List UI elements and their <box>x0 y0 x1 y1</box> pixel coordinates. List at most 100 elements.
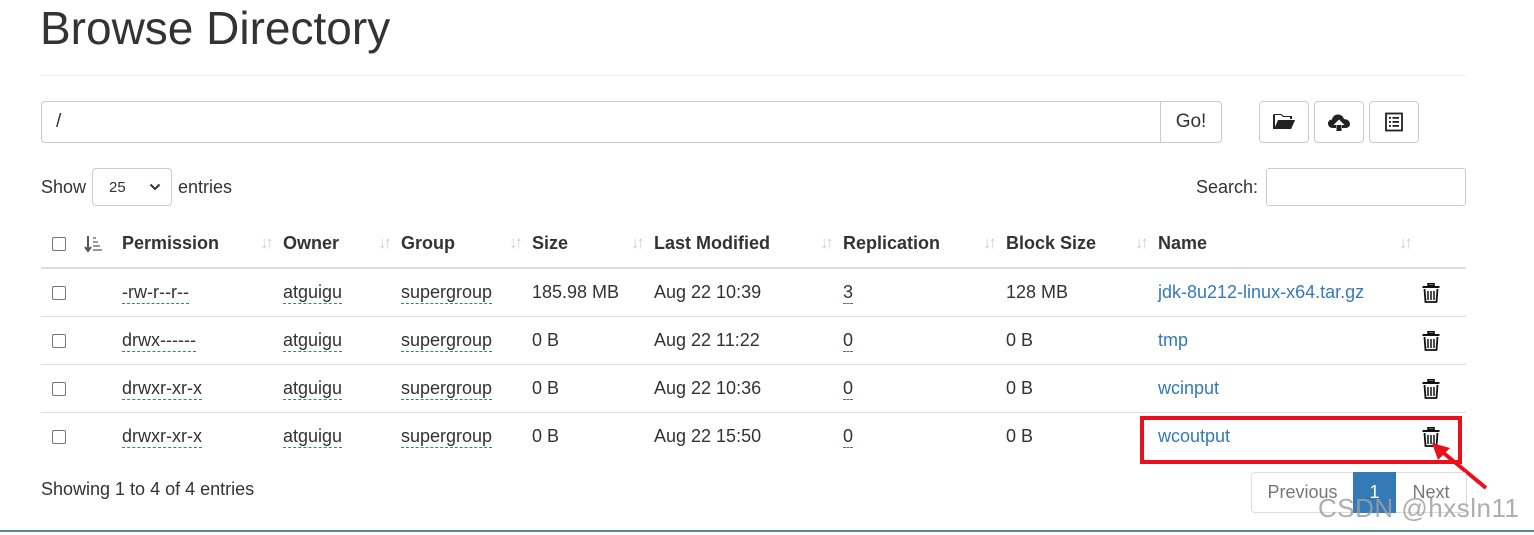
column-header-last-modified[interactable]: Last Modified ↓↑ <box>654 220 843 269</box>
group-link[interactable]: supergroup <box>401 281 493 304</box>
owner-link[interactable]: atguigu <box>283 425 343 448</box>
replication-link[interactable]: 0 <box>843 329 854 352</box>
bottom-divider <box>0 530 1534 532</box>
permission-cell: drwxr-xr-x <box>122 364 283 413</box>
search-label: Search: <box>1195 176 1258 197</box>
create-directory-button[interactable] <box>1259 101 1309 143</box>
group-cell: supergroup <box>401 364 532 413</box>
column-header-name[interactable]: Name ↓↑ <box>1158 220 1422 269</box>
replication-link[interactable]: 0 <box>843 377 854 400</box>
select-all-header <box>41 220 81 269</box>
row-spacer-cell <box>81 412 122 460</box>
file-name-link[interactable]: jdk-8u212-linux-x64.tar.gz <box>1158 282 1364 302</box>
cloud-upload-icon <box>1328 114 1350 131</box>
select-all-checkbox[interactable] <box>52 237 66 252</box>
table-row: -rw-r--r-- atguigu supergroup 185.98 MB … <box>41 268 1466 317</box>
column-header-size[interactable]: Size ↓↑ <box>532 220 654 269</box>
permission-link[interactable]: -rw-r--r-- <box>122 281 189 304</box>
modified-cell: Aug 22 15:50 <box>654 425 762 446</box>
trash-icon[interactable] <box>1422 282 1440 303</box>
name-cell: tmp <box>1158 316 1422 365</box>
column-header-owner[interactable]: Owner ↓↑ <box>283 220 401 269</box>
block-size-cell: 0 B <box>1006 425 1034 446</box>
row-select-cell <box>41 268 81 317</box>
group-cell: supergroup <box>401 268 532 317</box>
row-checkbox[interactable] <box>52 430 66 444</box>
owner-link[interactable]: atguigu <box>283 329 343 352</box>
modified-cell: Aug 22 10:39 <box>654 268 843 317</box>
trash-icon[interactable] <box>1422 330 1440 351</box>
file-name-link[interactable]: tmp <box>1158 330 1188 350</box>
sort-index-header[interactable] <box>81 220 122 269</box>
row-spacer-cell <box>81 364 122 413</box>
group-link[interactable]: supergroup <box>401 425 493 448</box>
search-input[interactable] <box>1266 168 1466 206</box>
actions-cell <box>1422 268 1466 317</box>
group-link[interactable]: supergroup <box>401 377 493 400</box>
permission-link[interactable]: drwxr-xr-x <box>122 377 202 400</box>
column-header-group[interactable]: Group ↓↑ <box>401 220 532 269</box>
path-bar: Go! <box>41 101 1222 143</box>
permission-cell: -rw-r--r-- <box>122 268 283 317</box>
name-cell: jdk-8u212-linux-x64.tar.gz <box>1158 268 1422 317</box>
permission-link[interactable]: drwxr-xr-x <box>122 425 202 448</box>
replication-link[interactable]: 0 <box>843 425 854 448</box>
sort-arrows-icon: ↓↑ <box>509 233 523 252</box>
owner-link[interactable]: atguigu <box>283 281 343 304</box>
upload-files-button[interactable] <box>1314 101 1364 143</box>
row-checkbox[interactable] <box>52 333 66 348</box>
block-size-cell: 0 B <box>1006 316 1158 365</box>
actions-cell <box>1422 316 1466 365</box>
entries-label: entries <box>178 176 233 197</box>
column-label: Permission <box>122 233 220 253</box>
entries-per-page-select[interactable]: 25 <box>92 168 173 206</box>
owner-cell: atguigu <box>283 268 401 317</box>
replication-cell: 0 <box>843 364 1006 413</box>
row-select-cell <box>41 316 81 365</box>
row-checkbox[interactable] <box>52 381 66 396</box>
size-cell: 0 B <box>532 425 560 446</box>
replication-cell: 0 <box>843 412 1006 460</box>
column-label: Last Modified <box>654 233 770 253</box>
replication-link[interactable]: 3 <box>843 281 854 304</box>
entries-selected-value: 25 <box>109 178 126 196</box>
go-button[interactable]: Go! <box>1160 101 1222 143</box>
table-row: drwxr-xr-x atguigu supergroup 0 B Aug 22… <box>41 364 1466 413</box>
list-alt-icon <box>1385 112 1403 132</box>
column-label: Replication <box>843 233 941 253</box>
cut-paste-button[interactable] <box>1369 101 1419 143</box>
file-name-link[interactable]: wcinput <box>1158 378 1219 398</box>
trash-icon[interactable] <box>1422 378 1440 399</box>
column-header-replication[interactable]: Replication ↓↑ <box>843 220 1006 269</box>
name-cell: wcinput <box>1158 364 1422 413</box>
owner-link[interactable]: atguigu <box>283 377 343 400</box>
owner-cell: atguigu <box>283 316 401 365</box>
sort-arrows-icon: ↓↑ <box>378 233 392 252</box>
group-link[interactable]: supergroup <box>401 329 493 352</box>
size-cell: 185.98 MB <box>532 268 654 317</box>
block-size-cell: 128 MB <box>1006 268 1158 317</box>
permission-link[interactable]: drwx------ <box>122 329 196 352</box>
group-cell: supergroup <box>401 316 532 365</box>
chevron-down-icon <box>149 183 161 191</box>
row-checkbox[interactable] <box>52 286 66 300</box>
sort-arrows-icon: ↓↑ <box>1135 233 1149 252</box>
sort-arrows-icon: ↓↑ <box>260 233 274 252</box>
column-label: Group <box>401 233 455 253</box>
owner-cell: atguigu <box>283 364 401 413</box>
actions-cell <box>1422 364 1466 413</box>
block-size-cell: 0 B <box>1006 364 1158 413</box>
table-info: Showing 1 to 4 of 4 entries <box>41 479 255 499</box>
size-cell: 0 B <box>532 316 654 365</box>
column-header-permission[interactable]: Permission ↓↑ <box>122 220 283 269</box>
show-label: Show <box>41 176 87 197</box>
table-row: drwx------ atguigu supergroup 0 B Aug 22… <box>41 316 1466 365</box>
row-spacer-cell <box>81 268 122 317</box>
watermark: CSDN @hxsln11 <box>1318 493 1520 523</box>
column-header-block-size[interactable]: Block Size ↓↑ <box>1006 220 1158 269</box>
column-label: Size <box>532 233 569 253</box>
directory-path-input[interactable] <box>41 101 1160 143</box>
replication-cell: 0 <box>843 316 1006 365</box>
replication-cell: 3 <box>843 268 1006 317</box>
column-label: Name <box>1158 233 1208 253</box>
